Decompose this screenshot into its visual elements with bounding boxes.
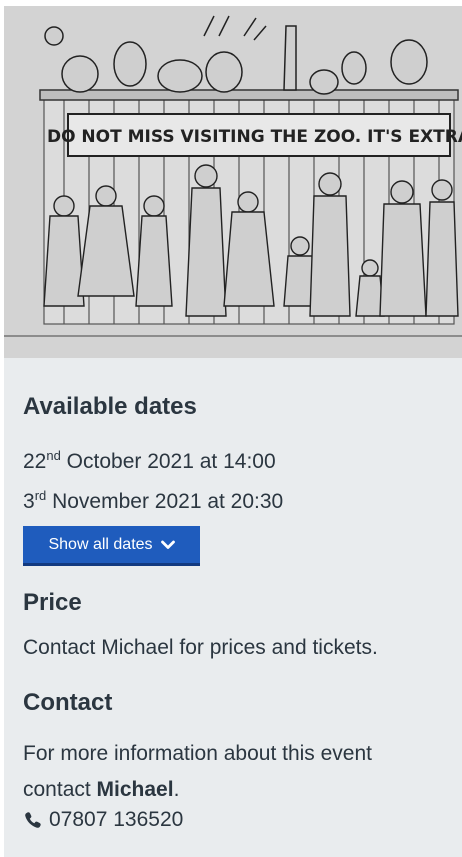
date-rest: October 2021 at 14:00 <box>60 450 276 473</box>
phone-line[interactable]: 07807 136520 <box>23 806 183 834</box>
date-ordinal: rd <box>34 488 47 503</box>
date-item: 22nd October 2021 at 14:00 <box>23 448 276 476</box>
event-details-card: DO NOT MISS VISITING THE ZOO. IT'S EXTRA <box>4 6 462 857</box>
contact-text: For more information about this event co… <box>23 736 443 808</box>
contact-heading: Contact <box>23 689 113 716</box>
zoo-sign-text: DO NOT MISS VISITING THE ZOO. IT'S EXTRA <box>47 127 462 147</box>
show-all-dates-button[interactable]: Show all dates <box>23 526 200 566</box>
phone-number[interactable]: 07807 136520 <box>49 806 183 834</box>
date-item: 3rd November 2021 at 20:30 <box>23 488 283 516</box>
date-rest: November 2021 at 20:30 <box>46 490 284 513</box>
chevron-down-icon <box>160 540 175 549</box>
price-heading: Price <box>23 589 82 616</box>
price-text: Contact Michael for prices and tickets. <box>23 636 378 659</box>
date-day: 22 <box>23 450 47 473</box>
date-day: 3 <box>23 490 35 513</box>
show-all-dates-label: Show all dates <box>48 535 153 553</box>
contact-text-before: For more information about this event co… <box>23 742 373 801</box>
contact-name: Michael <box>96 778 174 801</box>
date-ordinal: nd <box>46 448 61 463</box>
available-dates-heading: Available dates <box>23 393 197 420</box>
event-image: DO NOT MISS VISITING THE ZOO. IT'S EXTRA <box>4 6 462 358</box>
zoo-cartoon-illustration: DO NOT MISS VISITING THE ZOO. IT'S EXTRA <box>4 6 462 358</box>
contact-text-after: . <box>173 778 180 801</box>
phone-icon <box>25 812 41 828</box>
